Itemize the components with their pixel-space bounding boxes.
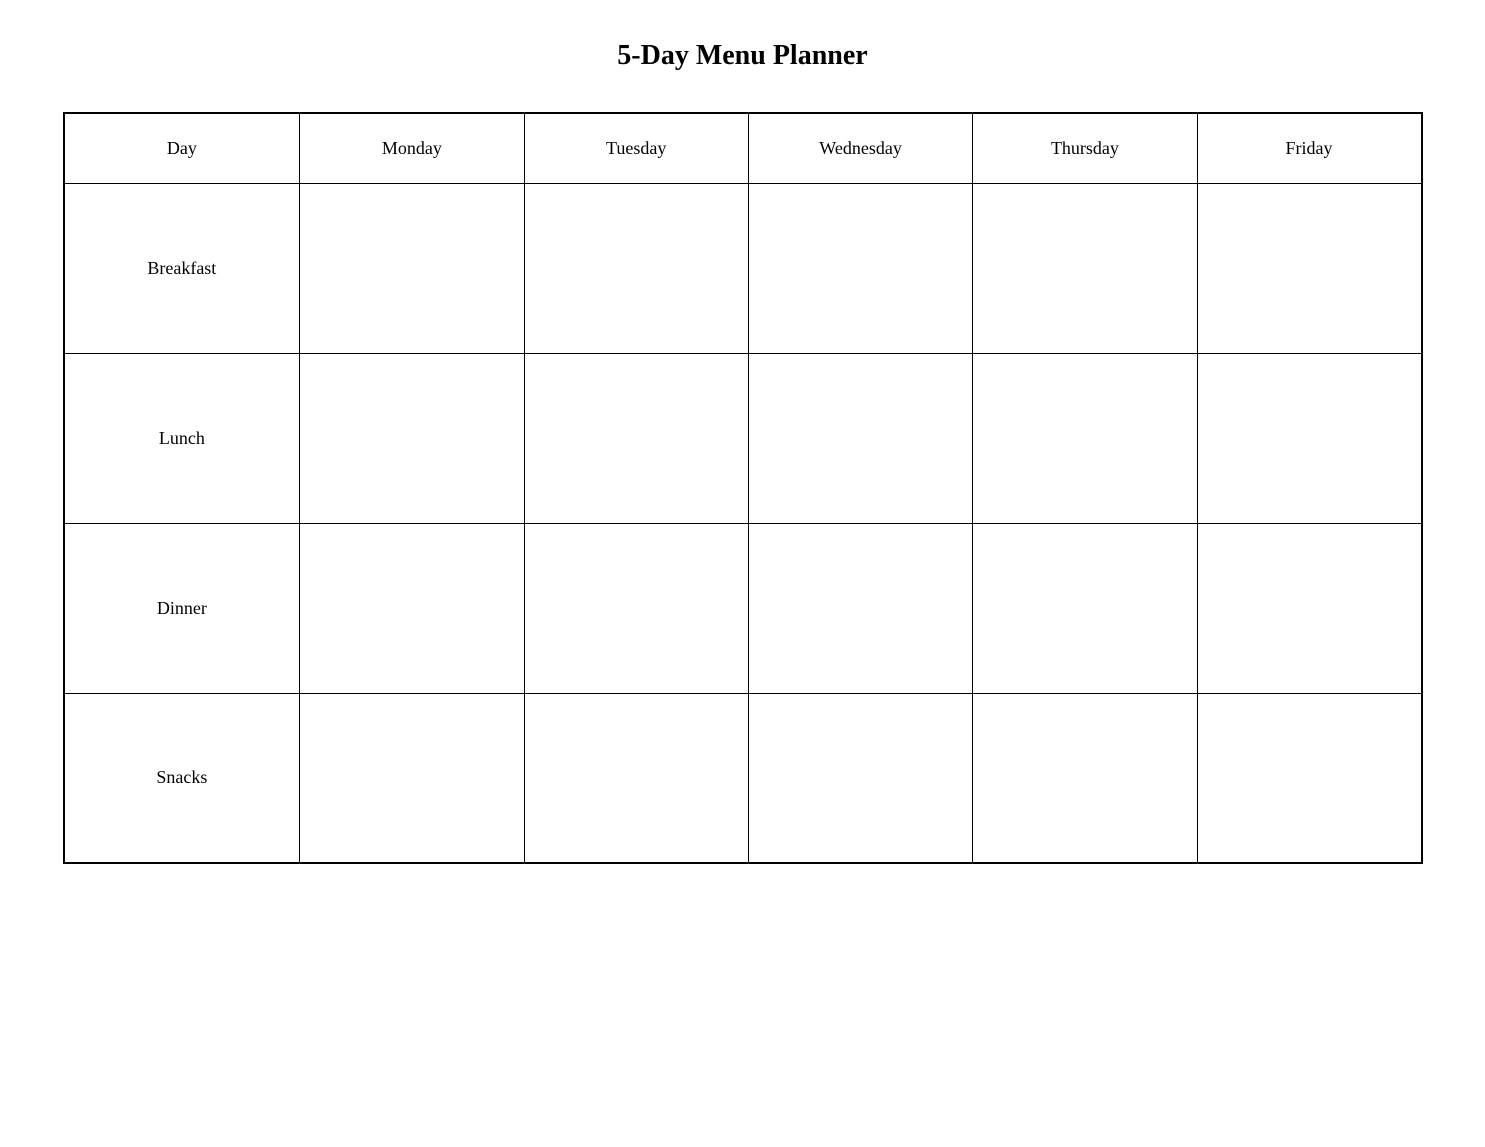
meal-label-snacks: Snacks (64, 693, 300, 863)
cell-dinner-wednesday[interactable] (748, 523, 972, 693)
meal-row: Dinner (64, 523, 1422, 693)
meal-label-dinner: Dinner (64, 523, 300, 693)
cell-dinner-thursday[interactable] (973, 523, 1197, 693)
header-day: Day (64, 113, 300, 183)
cell-breakfast-friday[interactable] (1197, 183, 1421, 353)
cell-lunch-tuesday[interactable] (524, 353, 748, 523)
header-friday: Friday (1197, 113, 1421, 183)
meal-row: Lunch (64, 353, 1422, 523)
cell-snacks-tuesday[interactable] (524, 693, 748, 863)
meal-row: Snacks (64, 693, 1422, 863)
cell-dinner-tuesday[interactable] (524, 523, 748, 693)
menu-planner-table: Day Monday Tuesday Wednesday Thursday Fr… (63, 112, 1423, 864)
cell-lunch-monday[interactable] (300, 353, 524, 523)
cell-dinner-monday[interactable] (300, 523, 524, 693)
cell-breakfast-thursday[interactable] (973, 183, 1197, 353)
cell-breakfast-tuesday[interactable] (524, 183, 748, 353)
cell-snacks-thursday[interactable] (973, 693, 1197, 863)
cell-breakfast-monday[interactable] (300, 183, 524, 353)
cell-lunch-friday[interactable] (1197, 353, 1421, 523)
cell-dinner-friday[interactable] (1197, 523, 1421, 693)
header-wednesday: Wednesday (748, 113, 972, 183)
cell-breakfast-wednesday[interactable] (748, 183, 972, 353)
meal-row: Breakfast (64, 183, 1422, 353)
cell-lunch-thursday[interactable] (973, 353, 1197, 523)
header-thursday: Thursday (973, 113, 1197, 183)
meal-label-lunch: Lunch (64, 353, 300, 523)
header-tuesday: Tuesday (524, 113, 748, 183)
header-monday: Monday (300, 113, 524, 183)
page-title: 5-Day Menu Planner (617, 40, 867, 72)
cell-lunch-wednesday[interactable] (748, 353, 972, 523)
cell-snacks-monday[interactable] (300, 693, 524, 863)
header-row: Day Monday Tuesday Wednesday Thursday Fr… (64, 113, 1422, 183)
cell-snacks-friday[interactable] (1197, 693, 1421, 863)
meal-label-breakfast: Breakfast (64, 183, 300, 353)
cell-snacks-wednesday[interactable] (748, 693, 972, 863)
